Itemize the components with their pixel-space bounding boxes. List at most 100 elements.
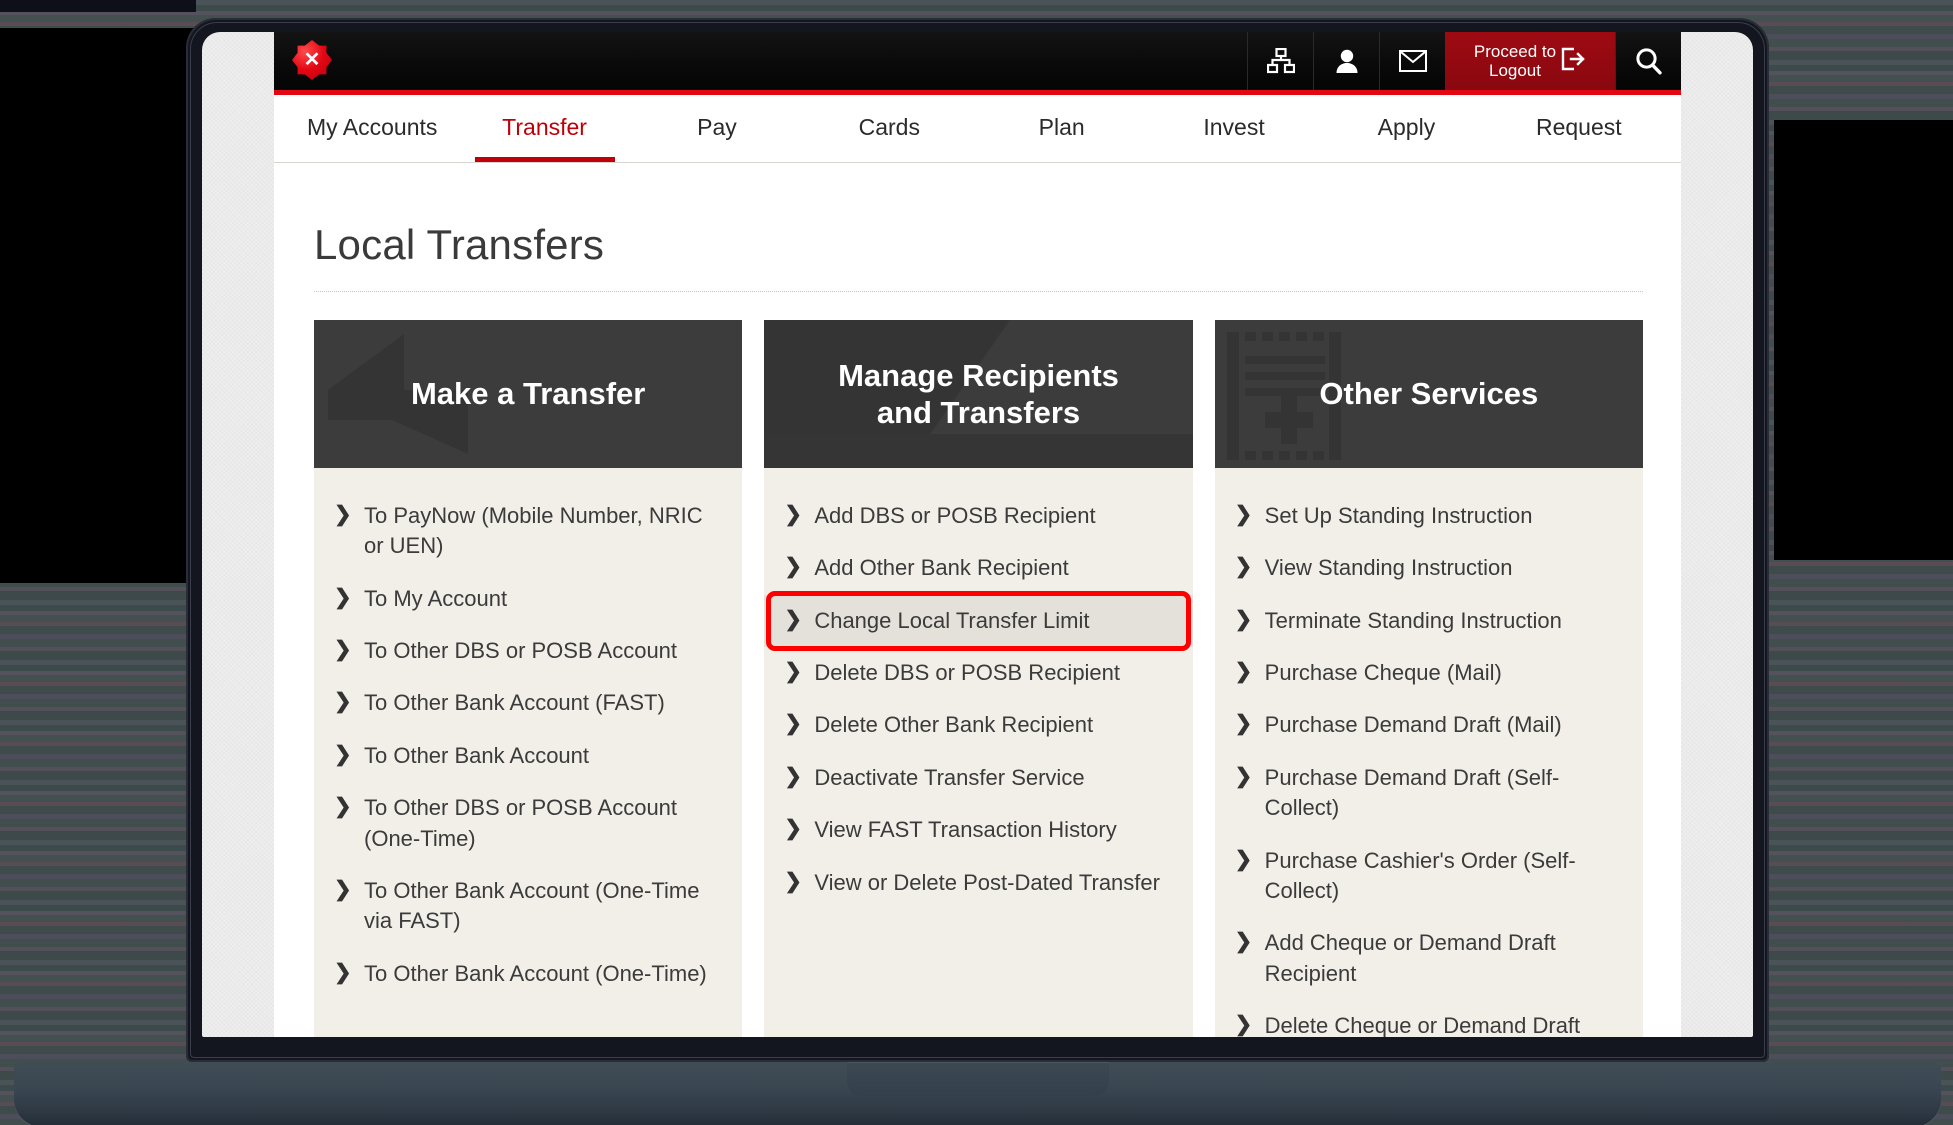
list-item[interactable]: ❯ View FAST Transaction History	[764, 804, 1192, 856]
list-item-label: Add DBS or POSB Recipient	[814, 501, 1095, 531]
list-item[interactable]: ❯ View Standing Instruction	[1215, 542, 1643, 594]
nav-item-plan[interactable]: Plan	[976, 95, 1148, 163]
list-item[interactable]: ❯ Deactivate Transfer Service	[764, 752, 1192, 804]
chevron-right-icon: ❯	[1235, 606, 1251, 634]
chevron-right-icon: ❯	[1235, 1011, 1251, 1037]
laptop-hinge-notch	[847, 1062, 1109, 1096]
list-item[interactable]: ❯ To Other DBS or POSB Account (One-Time…	[314, 782, 742, 865]
chevron-right-icon: ❯	[784, 815, 800, 843]
background-void-left	[0, 28, 196, 583]
background-void-top	[0, 0, 196, 12]
nav-label: My Accounts	[307, 114, 437, 141]
list-item[interactable]: ❯ To Other Bank Account (One-Time)	[314, 948, 742, 1000]
list-item-label: To Other DBS or POSB Account	[364, 636, 677, 666]
list-item[interactable]: ❯ To Other DBS or POSB Account	[314, 625, 742, 677]
list-item[interactable]: ❯ Add Other Bank Recipient	[764, 542, 1192, 594]
logo-shape: ✕	[292, 40, 332, 80]
list-item[interactable]: ❯ To PayNow (Mobile Number, NRIC or UEN)	[314, 490, 742, 573]
list-item[interactable]: ❯ To My Account	[314, 573, 742, 625]
list-item-label: To Other Bank Account (FAST)	[364, 688, 665, 718]
logout-label: Proceed to Logout	[1474, 42, 1556, 80]
person-icon[interactable]	[1313, 32, 1379, 90]
list-item[interactable]: ❯ Purchase Cashier's Order (Self-Collect…	[1215, 835, 1643, 918]
list-item-label: Delete DBS or POSB Recipient	[814, 658, 1120, 688]
list-item-label: Set Up Standing Instruction	[1265, 501, 1533, 531]
nav-item-cards[interactable]: Cards	[803, 95, 975, 163]
laptop-mockup: ✕	[186, 18, 1769, 1063]
list-item-label: To PayNow (Mobile Number, NRIC or UEN)	[364, 501, 720, 562]
chevron-right-icon: ❯	[784, 658, 800, 686]
list-item[interactable]: ❯ To Other Bank Account (One-Time via FA…	[314, 865, 742, 948]
list-item-label: Purchase Cashier's Order (Self-Collect)	[1265, 846, 1621, 907]
list-item-label: Change Local Transfer Limit	[814, 606, 1089, 636]
service-columns: Make a Transfer ❯ To PayNow (Mobile Numb…	[308, 320, 1647, 1037]
list-item-label: Delete Cheque or Demand Draft Recipient	[1265, 1011, 1621, 1037]
list-item-label: To Other Bank Account (One-Time)	[364, 959, 707, 989]
sitemap-icon[interactable]	[1247, 32, 1313, 90]
list-item-label: Add Other Bank Recipient	[814, 553, 1068, 583]
list-item-change-local-transfer-limit[interactable]: ❯ Change Local Transfer Limit	[764, 595, 1192, 647]
page-title: Local Transfers	[308, 163, 1647, 291]
card-title: Manage Recipients and Transfers	[838, 357, 1119, 431]
list-item-label: View FAST Transaction History	[814, 815, 1116, 845]
list-item[interactable]: ❯ Add DBS or POSB Recipient	[764, 490, 1192, 542]
list-item[interactable]: ❯ Terminate Standing Instruction	[1215, 595, 1643, 647]
nav-label: Invest	[1203, 114, 1264, 141]
list-item-label: To Other DBS or POSB Account (One-Time)	[364, 793, 720, 854]
desktop-background: ✕	[0, 0, 1953, 1125]
nav-label: Plan	[1039, 114, 1085, 141]
card-header: Make a Transfer	[314, 320, 742, 468]
mail-icon[interactable]	[1379, 32, 1445, 90]
nav-item-pay[interactable]: Pay	[631, 95, 803, 163]
chevron-right-icon: ❯	[334, 688, 350, 716]
list-item-label: Purchase Cheque (Mail)	[1265, 658, 1502, 688]
list-item[interactable]: ❯ Purchase Demand Draft (Self-Collect)	[1215, 752, 1643, 835]
list-item[interactable]: ❯ Purchase Demand Draft (Mail)	[1215, 699, 1643, 751]
list-item[interactable]: ❯ To Other Bank Account (FAST)	[314, 677, 742, 729]
logout-exit-icon	[1560, 46, 1586, 77]
proceed-to-logout-button[interactable]: Proceed to Logout	[1445, 32, 1615, 90]
list-item[interactable]: ❯ To Other Bank Account	[314, 730, 742, 782]
chevron-right-icon: ❯	[1235, 658, 1251, 686]
chevron-right-icon: ❯	[334, 876, 350, 904]
top-bar-spacer	[336, 32, 1247, 90]
list-item[interactable]: ❯ View or Delete Post-Dated Transfer	[764, 857, 1192, 909]
chevron-right-icon: ❯	[1235, 763, 1251, 791]
bank-logo[interactable]: ✕	[292, 40, 336, 84]
chevron-right-icon: ❯	[334, 741, 350, 769]
list-item[interactable]: ❯ Delete Other Bank Recipient	[764, 699, 1192, 751]
card-title: Other Services	[1319, 375, 1538, 412]
nav-item-apply[interactable]: Apply	[1320, 95, 1492, 163]
list-item[interactable]: ❯ Delete DBS or POSB Recipient	[764, 647, 1192, 699]
nav-label: Pay	[697, 114, 737, 141]
nav-label: Apply	[1378, 114, 1436, 141]
list-item[interactable]: ❯ Purchase Cheque (Mail)	[1215, 647, 1643, 699]
chevron-right-icon: ❯	[784, 501, 800, 529]
nav-label: Transfer	[502, 114, 587, 141]
background-void-right	[1774, 120, 1953, 560]
chevron-right-icon: ❯	[1235, 928, 1251, 956]
list-item[interactable]: ❯ Set Up Standing Instruction	[1215, 490, 1643, 542]
chevron-right-icon: ❯	[784, 710, 800, 738]
browser-page: ✕	[274, 32, 1681, 1037]
list-item-label: Add Cheque or Demand Draft Recipient	[1265, 928, 1621, 989]
nav-label: Request	[1536, 114, 1622, 141]
nav-item-request[interactable]: Request	[1493, 95, 1665, 163]
list-item[interactable]: ❯ Add Cheque or Demand Draft Recipient	[1215, 917, 1643, 1000]
card-manage-recipients-and-transfers: Manage Recipients and Transfers ❯ Add DB…	[764, 320, 1192, 1037]
nav-item-invest[interactable]: Invest	[1148, 95, 1320, 163]
list-item-label: Purchase Demand Draft (Mail)	[1265, 710, 1562, 740]
card-title: Make a Transfer	[411, 375, 645, 412]
nav-item-my-accounts[interactable]: My Accounts	[286, 95, 458, 163]
top-bar: ✕	[274, 32, 1681, 95]
nav-item-transfer[interactable]: Transfer	[458, 95, 630, 163]
list-item[interactable]: ❯ Delete Cheque or Demand Draft Recipien…	[1215, 1000, 1643, 1037]
search-icon[interactable]	[1615, 32, 1681, 90]
list-item-label: Delete Other Bank Recipient	[814, 710, 1093, 740]
nav-label: Cards	[859, 114, 920, 141]
content-inner: Local Transfers	[298, 163, 1657, 1037]
chevron-right-icon: ❯	[784, 606, 800, 634]
chevron-right-icon: ❯	[1235, 846, 1251, 874]
card-item-list: ❯ Set Up Standing Instruction ❯ View Sta…	[1215, 468, 1643, 1037]
card-header: Manage Recipients and Transfers	[764, 320, 1192, 468]
